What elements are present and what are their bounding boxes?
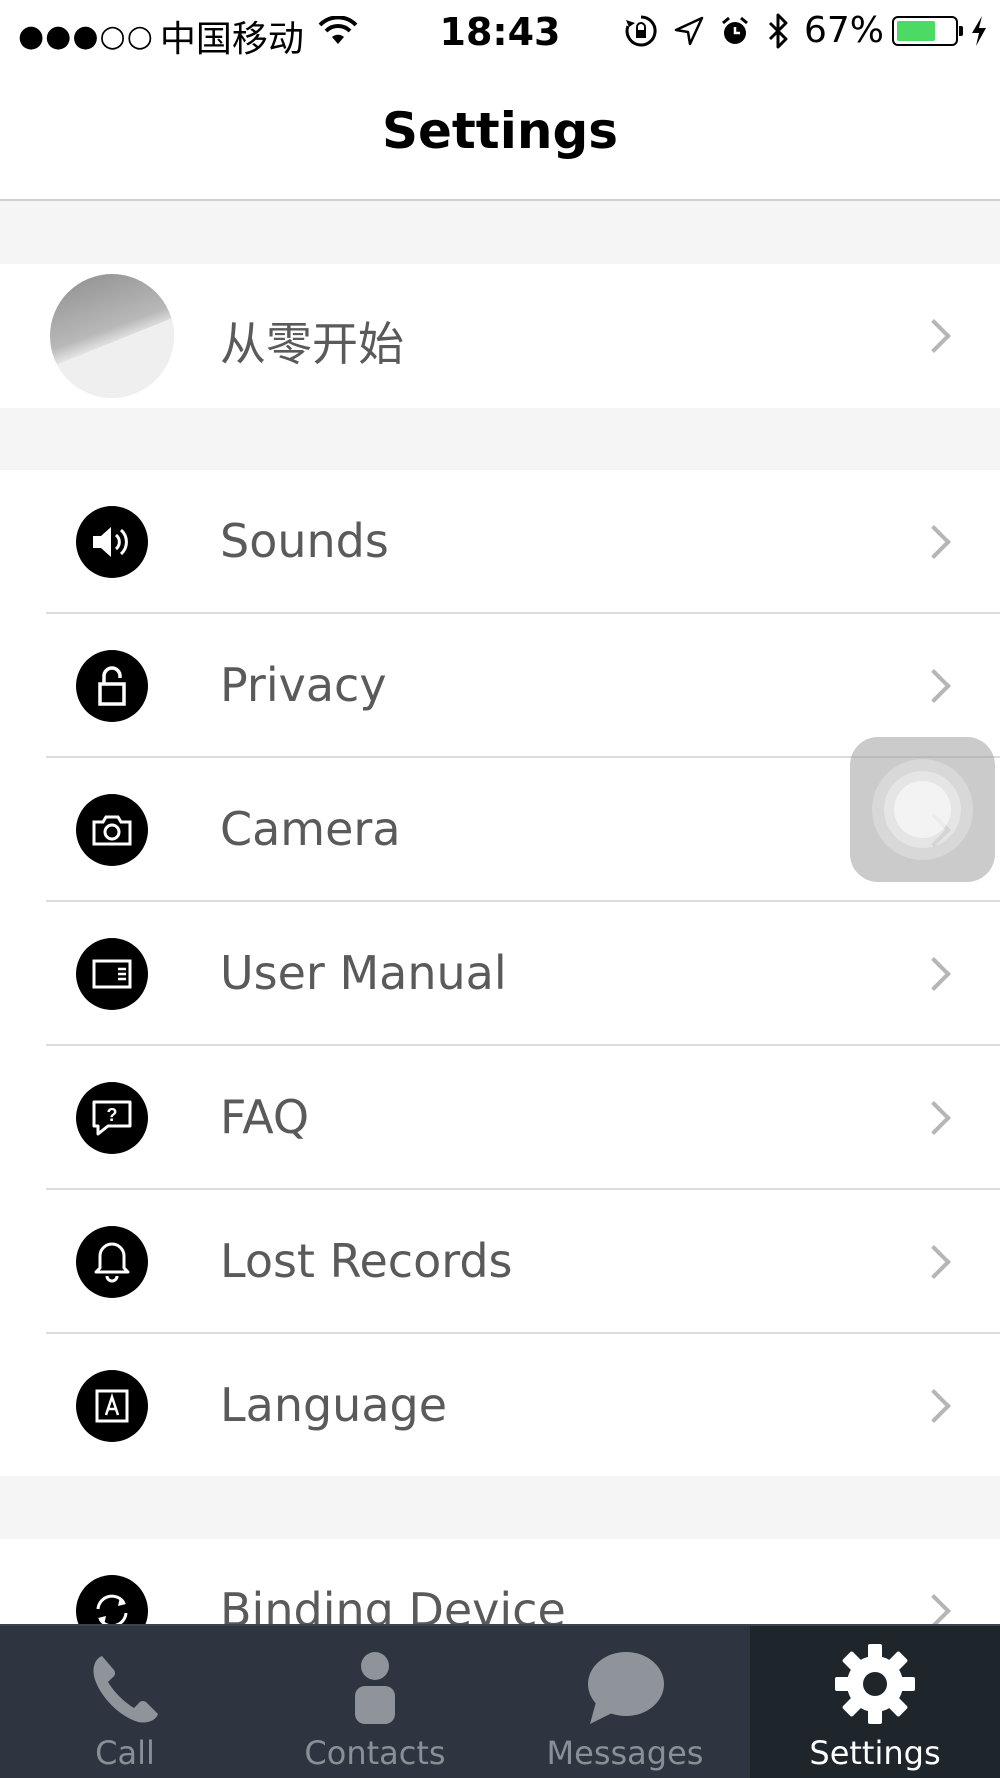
tab-label: Contacts [304, 1734, 446, 1772]
tab-call[interactable]: Call [0, 1626, 250, 1778]
tab-messages[interactable]: Messages [500, 1626, 750, 1778]
tab-label: Call [95, 1734, 155, 1772]
chevron-right-icon [917, 1245, 951, 1279]
chevron-right-icon [917, 1389, 951, 1423]
menu-label: Lost Records [220, 1234, 513, 1288]
status-right: 67% [608, 10, 988, 51]
bluetooth-icon [766, 13, 790, 49]
menu-item-user-manual[interactable]: User Manual [0, 902, 1000, 1046]
battery-percent: 67% [803, 10, 884, 51]
menu-item-faq[interactable]: ? FAQ [0, 1046, 1000, 1190]
question-bubble-icon: ? [76, 1082, 148, 1154]
gear-icon [830, 1644, 920, 1734]
phone-icon [80, 1644, 170, 1734]
battery-level [897, 20, 935, 41]
chevron-right-icon [917, 1101, 951, 1135]
chat-bubble-icon [580, 1644, 670, 1734]
profile-name: 从零开始 [220, 317, 404, 371]
assistive-touch-button[interactable] [850, 737, 995, 882]
chevron-right-icon [917, 957, 951, 991]
alarm-icon [720, 15, 750, 47]
manual-icon [76, 938, 148, 1010]
menu-item-lost-records[interactable]: Lost Records [0, 1190, 1000, 1334]
tab-bar: Call Contacts Messages Settings [0, 1624, 1000, 1778]
tab-settings[interactable]: Settings [750, 1626, 1000, 1778]
chevron-right-icon [917, 319, 951, 353]
tab-label: Messages [546, 1734, 704, 1772]
chevron-right-icon [917, 669, 951, 703]
rotation-lock-icon [624, 14, 658, 48]
status-bar: ●●●○○ 中国移动 18:43 67% [0, 0, 1000, 66]
language-icon [76, 1370, 148, 1442]
battery-icon [892, 15, 963, 46]
svg-text:?: ? [107, 1105, 118, 1125]
person-icon [330, 1644, 420, 1734]
location-arrow-icon [674, 16, 704, 46]
tab-contacts[interactable]: Contacts [250, 1626, 500, 1778]
settings-menu: Sounds Privacy Camera User Manual ? FAQ … [0, 470, 1000, 1476]
profile-row[interactable]: 从零开始 [0, 264, 1000, 408]
menu-label: Privacy [220, 658, 387, 712]
battery-nub [959, 25, 963, 36]
avatar [50, 274, 174, 398]
tab-label: Settings [809, 1734, 941, 1772]
menu-item-sounds[interactable]: Sounds [0, 470, 1000, 614]
menu-label: User Manual [220, 946, 507, 1000]
menu-label: Language [220, 1378, 448, 1432]
menu-label: Camera [220, 802, 401, 856]
speaker-icon [76, 506, 148, 578]
chevron-right-icon [917, 525, 951, 559]
menu-label: FAQ [220, 1090, 310, 1144]
bell-icon [76, 1226, 148, 1298]
settings-screen: ●●●○○ 中国移动 18:43 67% Settings 从零开始 Sound… [0, 0, 1000, 1778]
page-title: Settings [381, 102, 618, 160]
assistive-touch-ring [894, 781, 951, 838]
chevron-right-icon [917, 1594, 951, 1628]
menu-item-privacy[interactable]: Privacy [0, 614, 1000, 758]
menu-label: Sounds [220, 514, 389, 568]
lock-icon [76, 650, 148, 722]
navigation-bar: Settings [0, 66, 1000, 201]
menu-item-language[interactable]: Language [0, 1334, 1000, 1478]
charging-bolt-icon [970, 15, 988, 46]
camera-icon [76, 794, 148, 866]
